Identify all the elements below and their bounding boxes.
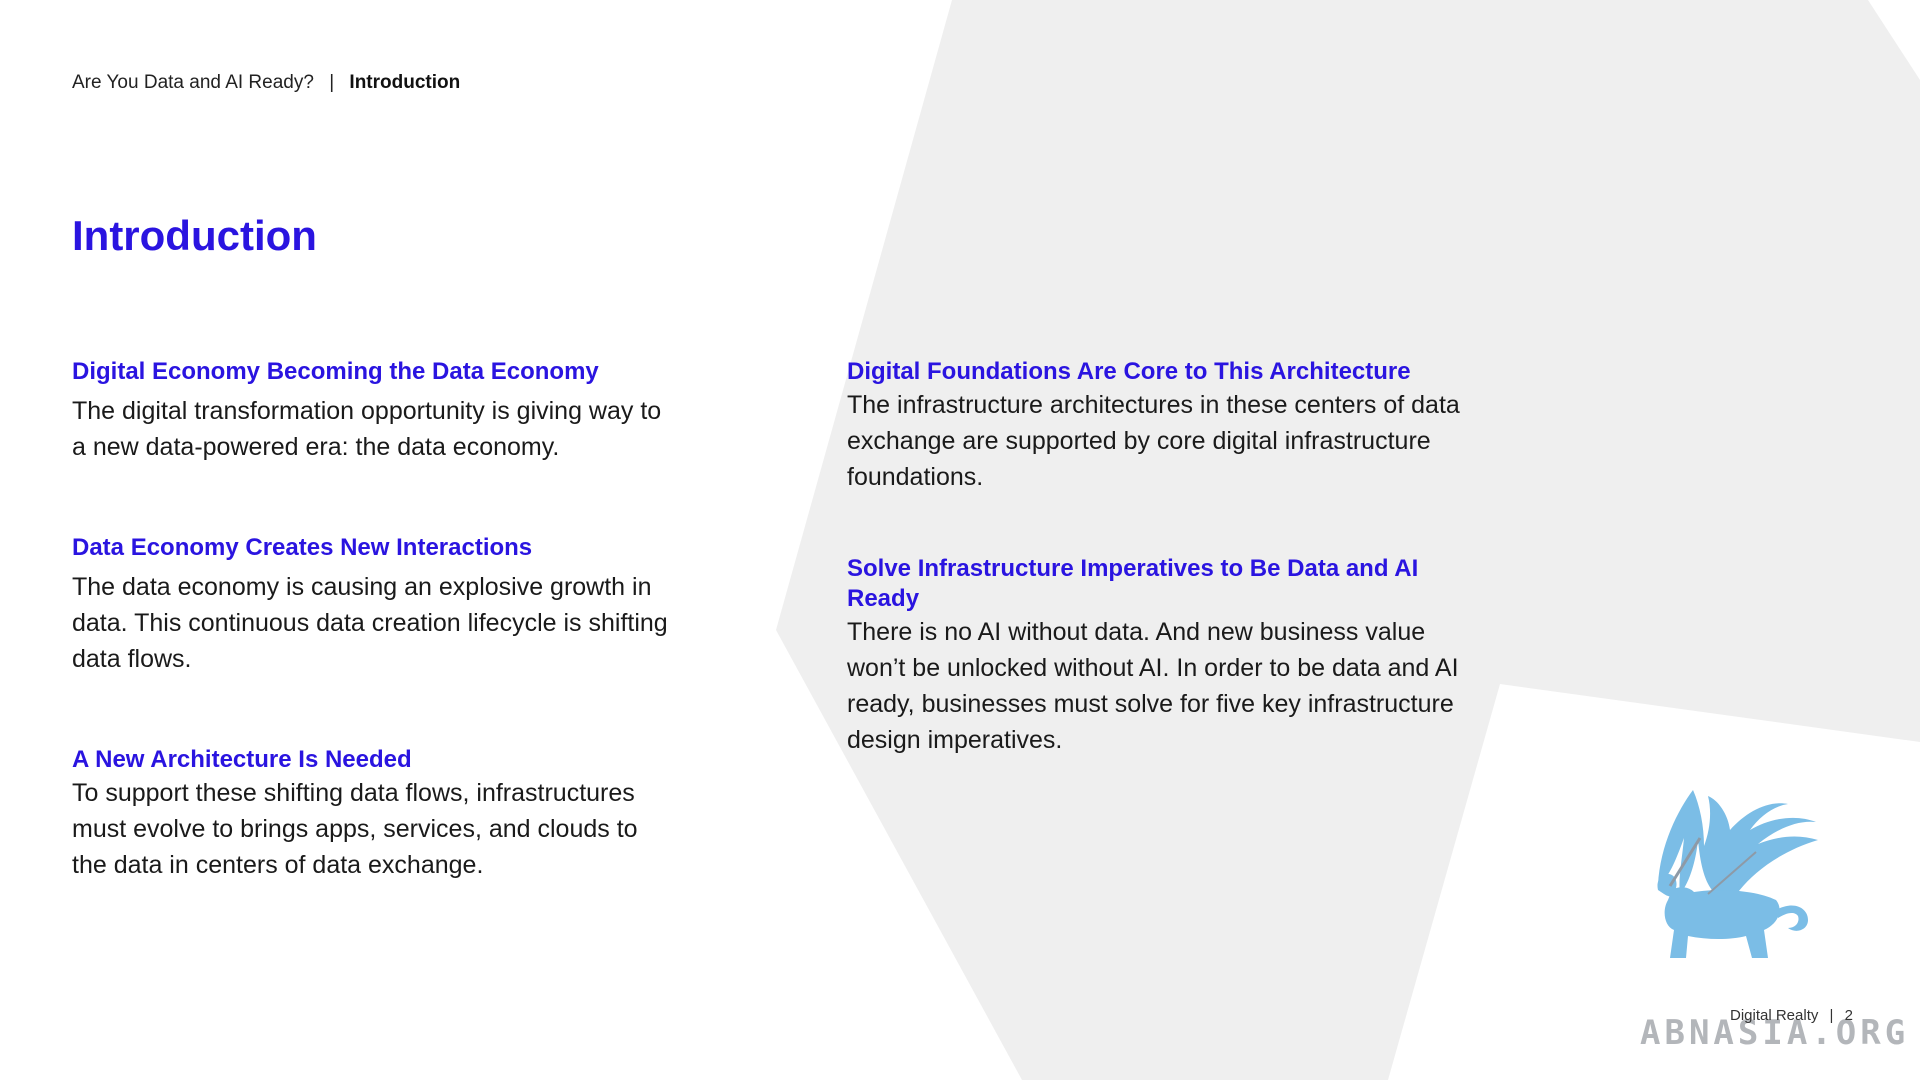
breadcrumb-parent: Are You Data and AI Ready? [72,72,314,93]
footer: Digital Realty | 2 [1730,1007,1853,1024]
breadcrumb-current: Introduction [349,72,461,93]
section-heading: Digital Foundations Are Core to This Arc… [847,358,1411,385]
breadcrumb: Are You Data and AI Ready? | Introductio… [72,72,460,94]
section-digital-economy: Digital Economy Becoming the Data Econom… [72,357,672,465]
section-digital-foundations: Digital Foundations Are Core to This Arc… [847,357,1487,495]
section-heading: Digital Economy Becoming the Data Econom… [72,358,599,385]
footer-separator: | [1829,1007,1834,1024]
griffin-logo-icon [1657,790,1818,958]
section-body: The data economy is causing an explosive… [72,573,668,673]
section-heading: A New Architecture Is Needed [72,746,412,773]
section-heading: Data Economy Creates New Interactions [72,534,533,561]
page-title: Introduction [72,212,317,259]
section-body: The infrastructure architectures in thes… [847,391,1460,491]
breadcrumb-separator: | [329,72,335,93]
section-infrastructure-imperatives: Solve Infrastructure Imperatives to Be D… [847,554,1487,758]
page-number: 2 [1844,1007,1853,1024]
footer-brand: Digital Realty [1730,1007,1819,1024]
section-new-architecture: A New Architecture Is Needed To support … [72,745,672,883]
section-data-economy: Data Economy Creates New Interactions Th… [72,533,672,677]
section-body: There is no AI without data. And new bus… [847,618,1459,754]
section-body: To support these shifting data flows, in… [72,779,638,879]
section-body: The digital transformation opportunity i… [72,397,662,461]
section-heading: Solve Infrastructure Imperatives to Be D… [847,555,1419,612]
